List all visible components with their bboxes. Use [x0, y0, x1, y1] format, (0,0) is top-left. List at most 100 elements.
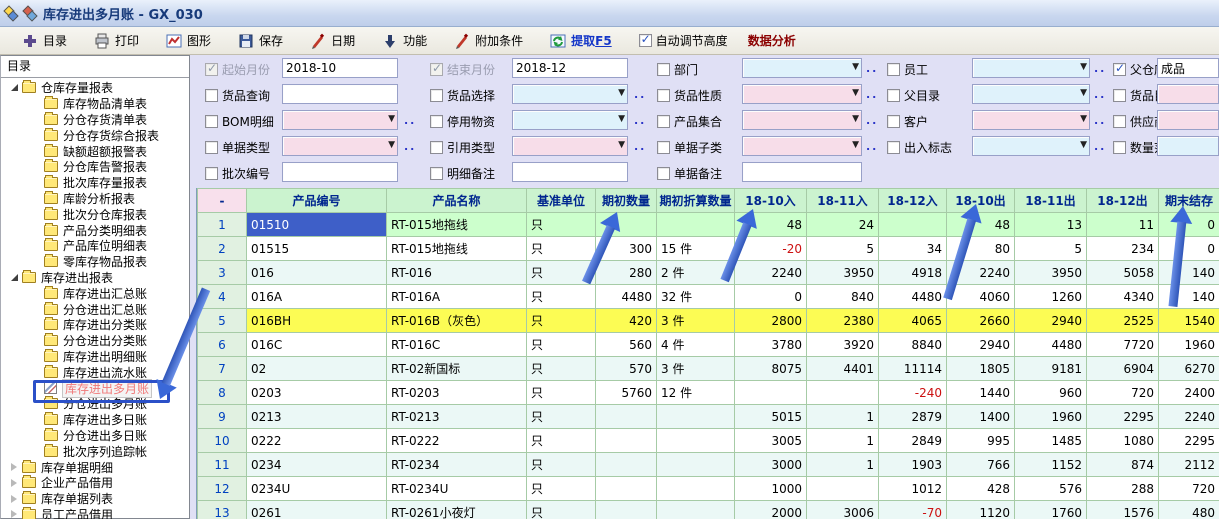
- grid-cell[interactable]: 1260: [1015, 285, 1087, 309]
- filter-checkbox[interactable]: [657, 115, 670, 128]
- filter-checkbox[interactable]: [205, 115, 218, 128]
- collapse-icon[interactable]: [11, 84, 18, 91]
- tree-item[interactable]: 仓库存量报表: [1, 80, 189, 96]
- data-analysis-button[interactable]: 数据分析: [748, 32, 796, 49]
- grid-cell[interactable]: 只: [527, 429, 596, 453]
- grid-cell[interactable]: 3950: [807, 261, 879, 285]
- filter-input-货品目录[interactable]: [1157, 84, 1219, 104]
- grid-cell[interactable]: 288: [1087, 477, 1159, 501]
- grid-cell[interactable]: 3 件: [657, 357, 735, 381]
- column-header[interactable]: -: [198, 189, 247, 213]
- filter-dropdown-单据子类[interactable]: ▼: [742, 136, 862, 156]
- row-number[interactable]: 12: [198, 477, 247, 501]
- grid-cell[interactable]: 4401: [807, 357, 879, 381]
- toolbar-button-功能[interactable]: 功能: [382, 32, 427, 49]
- grid-cell[interactable]: 3920: [807, 333, 879, 357]
- filter-range-button[interactable]: ..: [1094, 140, 1106, 153]
- filter-dropdown-员工[interactable]: ▼: [972, 58, 1090, 78]
- grid-cell[interactable]: 6270: [1159, 357, 1219, 381]
- tree-item[interactable]: 员工产品借用: [1, 507, 189, 519]
- grid-cell[interactable]: 6904: [1087, 357, 1159, 381]
- row-number[interactable]: 11: [198, 453, 247, 477]
- row-number[interactable]: 9: [198, 405, 247, 429]
- grid-cell[interactable]: 016C: [247, 333, 387, 357]
- grid-cell[interactable]: 0213: [247, 405, 387, 429]
- grid-cell[interactable]: [807, 477, 879, 501]
- filter-dropdown-单据类型[interactable]: ▼: [282, 136, 398, 156]
- filter-dropdown-产品集合[interactable]: ▼: [742, 110, 862, 130]
- row-number[interactable]: 8: [198, 381, 247, 405]
- grid-cell[interactable]: RT-016C: [387, 333, 527, 357]
- grid-cell[interactable]: 1152: [1015, 453, 1087, 477]
- grid-cell[interactable]: [657, 213, 735, 237]
- grid-cell[interactable]: 2849: [879, 429, 947, 453]
- grid-cell[interactable]: 2400: [1159, 381, 1219, 405]
- grid-cell[interactable]: 1120: [947, 501, 1015, 519]
- grid-cell[interactable]: 1760: [1015, 501, 1087, 519]
- toolbar-button-附加条件[interactable]: 附加条件: [454, 32, 523, 49]
- grid-cell[interactable]: 只: [527, 501, 596, 519]
- grid-cell[interactable]: 766: [947, 453, 1015, 477]
- grid-cell[interactable]: 只: [527, 309, 596, 333]
- grid-cell[interactable]: -70: [879, 501, 947, 519]
- grid-cell[interactable]: RT-016A: [387, 285, 527, 309]
- grid-cell[interactable]: 01510: [247, 213, 387, 237]
- grid-cell[interactable]: 2380: [807, 309, 879, 333]
- grid-cell[interactable]: [596, 429, 657, 453]
- grid-cell[interactable]: 570: [596, 357, 657, 381]
- column-header[interactable]: 期初数量: [596, 189, 657, 213]
- grid-cell[interactable]: 480: [1159, 501, 1219, 519]
- filter-checkbox[interactable]: [430, 141, 443, 154]
- grid-cell[interactable]: 1903: [879, 453, 947, 477]
- filter-checkbox[interactable]: [205, 141, 218, 154]
- filter-dropdown-货品选择[interactable]: ▼: [512, 84, 628, 104]
- grid-cell[interactable]: [657, 429, 735, 453]
- grid-cell[interactable]: 1576: [1087, 501, 1159, 519]
- grid-cell[interactable]: 995: [947, 429, 1015, 453]
- filter-range-button[interactable]: ..: [634, 114, 646, 127]
- expand-icon[interactable]: [11, 495, 17, 503]
- grid-cell[interactable]: 2940: [947, 333, 1015, 357]
- filter-input-批次编号[interactable]: [282, 162, 398, 182]
- filter-checkbox[interactable]: [887, 89, 900, 102]
- filter-range-button[interactable]: ..: [866, 140, 878, 153]
- filter-range-button[interactable]: ..: [404, 140, 416, 153]
- filter-input-单据备注[interactable]: [742, 162, 862, 182]
- grid-cell[interactable]: 720: [1087, 381, 1159, 405]
- filter-input-结束月份[interactable]: 2018-12: [512, 58, 628, 78]
- tree-item[interactable]: 批次分仓库报表: [1, 206, 189, 222]
- filter-dropdown-BOM明细[interactable]: ▼: [282, 110, 398, 130]
- filter-checkbox[interactable]: [657, 167, 670, 180]
- column-header[interactable]: 期初折算数量: [657, 189, 735, 213]
- grid-cell[interactable]: 1960: [1159, 333, 1219, 357]
- grid-cell[interactable]: 1540: [1159, 309, 1219, 333]
- filter-range-button[interactable]: ..: [1094, 114, 1106, 127]
- filter-checkbox[interactable]: [657, 89, 670, 102]
- filter-checkbox[interactable]: ✓: [430, 63, 443, 76]
- grid-cell[interactable]: 2940: [1015, 309, 1087, 333]
- tree-item[interactable]: 库存进出明细账: [1, 349, 189, 365]
- grid-cell[interactable]: 5: [1015, 237, 1087, 261]
- filter-checkbox[interactable]: [657, 141, 670, 154]
- grid-cell[interactable]: 11: [1087, 213, 1159, 237]
- tree-item[interactable]: 分仓存货综合报表: [1, 127, 189, 143]
- grid-cell[interactable]: [657, 453, 735, 477]
- grid-cell[interactable]: 3006: [807, 501, 879, 519]
- grid-cell[interactable]: 13: [1015, 213, 1087, 237]
- grid-cell[interactable]: 3 件: [657, 309, 735, 333]
- filter-checkbox[interactable]: [430, 167, 443, 180]
- grid-cell[interactable]: RT-015地拖线: [387, 237, 527, 261]
- tree-item[interactable]: 分仓进出汇总账: [1, 301, 189, 317]
- expand-icon[interactable]: [11, 479, 17, 487]
- grid-cell[interactable]: 34: [879, 237, 947, 261]
- filter-checkbox[interactable]: ✓: [1113, 63, 1126, 76]
- grid-cell[interactable]: 840: [807, 285, 879, 309]
- grid-cell[interactable]: 016BH: [247, 309, 387, 333]
- column-header[interactable]: 产品名称: [387, 189, 527, 213]
- tree-item[interactable]: 零库存物品报表: [1, 254, 189, 270]
- grid-cell[interactable]: [657, 477, 735, 501]
- grid-cell[interactable]: [657, 405, 735, 429]
- tree-item[interactable]: 库存物品清单表: [1, 96, 189, 112]
- row-number[interactable]: 7: [198, 357, 247, 381]
- filter-range-button[interactable]: ..: [866, 88, 878, 101]
